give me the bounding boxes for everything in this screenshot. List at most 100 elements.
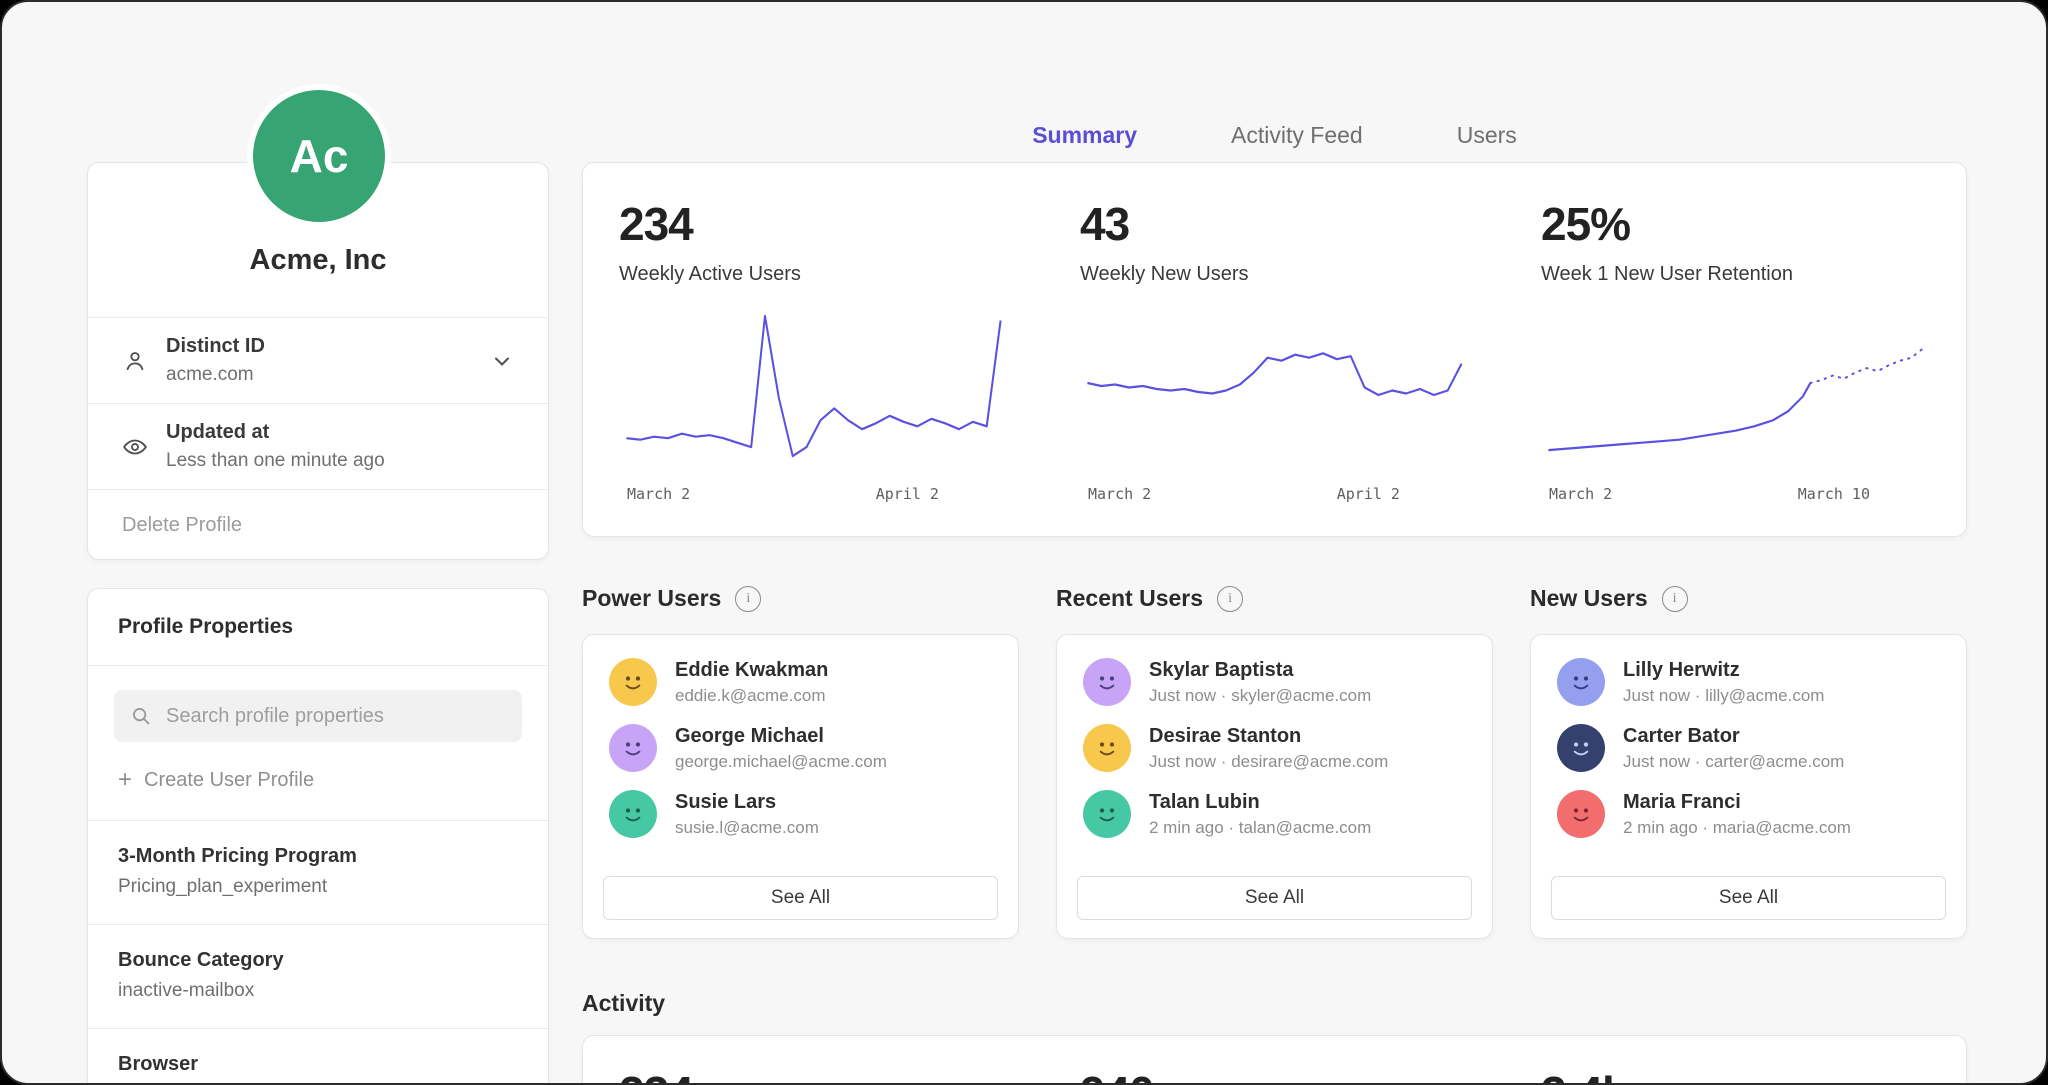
stat-weekly-active-users: 234 Weekly Active Users March 2 April 2 [583, 163, 1044, 536]
weekly-new-users-chart [1080, 308, 1469, 473]
user-avatar [1083, 790, 1131, 838]
x-axis: March 2 March 10 [1541, 485, 1930, 509]
activity-stat: 940 [1044, 1036, 1505, 1085]
chevron-down-icon[interactable] [490, 349, 514, 373]
user-name: Eddie Kwakman [675, 659, 828, 682]
distinct-id-row: Distinct ID acme.com [88, 318, 548, 403]
face-icon [1564, 731, 1598, 765]
user-avatar [1557, 724, 1605, 772]
user-subtitle: Just now · skyler@acme.com [1149, 686, 1371, 706]
user-avatar [1557, 658, 1605, 706]
new-users-title: New Users [1530, 585, 1688, 612]
x-tick: April 2 [876, 485, 939, 503]
user-name: George Michael [675, 725, 887, 748]
delete-profile-button[interactable]: Delete Profile [88, 490, 548, 560]
see-all-button[interactable]: See All [1551, 876, 1946, 920]
stat-weekly-new-users: 43 Weekly New Users March 2 April 2 [1044, 163, 1505, 536]
face-icon [1564, 665, 1598, 699]
user-row[interactable]: Lilly Herwitz Just now · lilly@acme.com [1531, 649, 1966, 715]
user-name: Skylar Baptista [1149, 659, 1371, 682]
property-value: inactive-mailbox [118, 980, 518, 1002]
distinct-id-value: acme.com [166, 364, 265, 386]
user-row[interactable]: Carter Bator Just now · carter@acme.com [1531, 715, 1966, 781]
list-title-label: Recent Users [1056, 585, 1203, 612]
face-icon [1090, 731, 1124, 765]
user-name: Carter Bator [1623, 725, 1844, 748]
activity-stat: 234 [583, 1036, 1044, 1085]
user-subtitle: Just now · lilly@acme.com [1623, 686, 1824, 706]
tab-activity-feed[interactable]: Activity Feed [1229, 116, 1365, 168]
see-all-button[interactable]: See All [603, 876, 998, 920]
user-avatar [609, 790, 657, 838]
info-icon[interactable] [735, 586, 761, 612]
distinct-id-label: Distinct ID [166, 335, 265, 358]
recent-users-card: Skylar Baptista Just now · skyler@acme.c… [1056, 634, 1493, 939]
profile-properties-card: Profile Properties + Create User Profile… [87, 588, 549, 1085]
stat-week1-retention: 25% Week 1 New User Retention March 2 Ma… [1505, 163, 1966, 536]
search-input[interactable] [164, 704, 506, 729]
recent-users-title: Recent Users [1056, 585, 1243, 612]
user-avatar [1083, 724, 1131, 772]
property-row[interactable]: 3-Month Pricing Program Pricing_plan_exp… [88, 821, 548, 924]
summary-stats-card: 234 Weekly Active Users March 2 April 2 … [582, 162, 1967, 537]
user-row[interactable]: Talan Lubin 2 min ago · talan@acme.com [1057, 781, 1492, 847]
create-user-profile-button[interactable]: + Create User Profile [88, 742, 548, 820]
user-subtitle: Just now · carter@acme.com [1623, 752, 1844, 772]
face-icon [616, 797, 650, 831]
user-subtitle: george.michael@acme.com [675, 752, 887, 772]
property-label: Browser [118, 1053, 518, 1076]
activity-stat-value: 234 [619, 1066, 1008, 1085]
x-tick: March 2 [1549, 485, 1612, 503]
user-subtitle: susie.l@acme.com [675, 818, 819, 838]
profile-properties-search[interactable] [114, 690, 522, 742]
face-icon [1090, 665, 1124, 699]
user-subtitle: 2 min ago · maria@acme.com [1623, 818, 1851, 838]
list-title-label: Power Users [582, 585, 721, 612]
user-subtitle: eddie.k@acme.com [675, 686, 828, 706]
user-subtitle: 2 min ago · talan@acme.com [1149, 818, 1371, 838]
property-value: Pricing_plan_experiment [118, 876, 518, 898]
property-row[interactable]: Bounce Category inactive-mailbox [88, 925, 548, 1028]
face-icon [616, 665, 650, 699]
activity-stat: 3.4k [1505, 1036, 1966, 1085]
x-axis: March 2 April 2 [1080, 485, 1469, 509]
user-row[interactable]: Eddie Kwakman eddie.k@acme.com [583, 649, 1018, 715]
x-tick: March 2 [627, 485, 690, 503]
face-icon [616, 731, 650, 765]
user-subtitle: Just now · desirare@acme.com [1149, 752, 1388, 772]
face-icon [1564, 797, 1598, 831]
user-row[interactable]: Desirae Stanton Just now · desirare@acme… [1057, 715, 1492, 781]
tab-bar: Summary Activity Feed Users [582, 116, 1967, 168]
user-avatar [609, 724, 657, 772]
user-name: Desirae Stanton [1149, 725, 1388, 748]
plus-icon: + [118, 768, 132, 792]
user-name: Talan Lubin [1149, 791, 1371, 814]
info-icon[interactable] [1662, 586, 1688, 612]
updated-at-value: Less than one minute ago [166, 450, 385, 472]
user-row[interactable]: George Michael george.michael@acme.com [583, 715, 1018, 781]
tab-summary[interactable]: Summary [1030, 116, 1139, 168]
updated-at-row: Updated at Less than one minute ago [88, 404, 548, 489]
list-title-label: New Users [1530, 585, 1648, 612]
stat-value: 25% [1541, 197, 1930, 251]
activity-stat-value: 3.4k [1541, 1066, 1930, 1085]
stat-label: Weekly New Users [1080, 263, 1469, 286]
stat-label: Week 1 New User Retention [1541, 263, 1930, 286]
face-icon [1090, 797, 1124, 831]
property-label: 3-Month Pricing Program [118, 845, 518, 868]
property-row[interactable]: Browser Chrome [88, 1029, 548, 1085]
stat-value: 43 [1080, 197, 1469, 251]
company-avatar: Ac [253, 90, 385, 222]
user-row[interactable]: Susie Lars susie.l@acme.com [583, 781, 1018, 847]
tab-users[interactable]: Users [1455, 116, 1519, 168]
info-icon[interactable] [1217, 586, 1243, 612]
x-tick: March 10 [1798, 485, 1870, 503]
user-name: Susie Lars [675, 791, 819, 814]
user-row[interactable]: Maria Franci 2 min ago · maria@acme.com [1531, 781, 1966, 847]
eye-icon [122, 434, 148, 460]
user-row[interactable]: Skylar Baptista Just now · skyler@acme.c… [1057, 649, 1492, 715]
see-all-button[interactable]: See All [1077, 876, 1472, 920]
stat-label: Weekly Active Users [619, 263, 1008, 286]
stat-value: 234 [619, 197, 1008, 251]
activity-title: Activity [582, 990, 665, 1017]
